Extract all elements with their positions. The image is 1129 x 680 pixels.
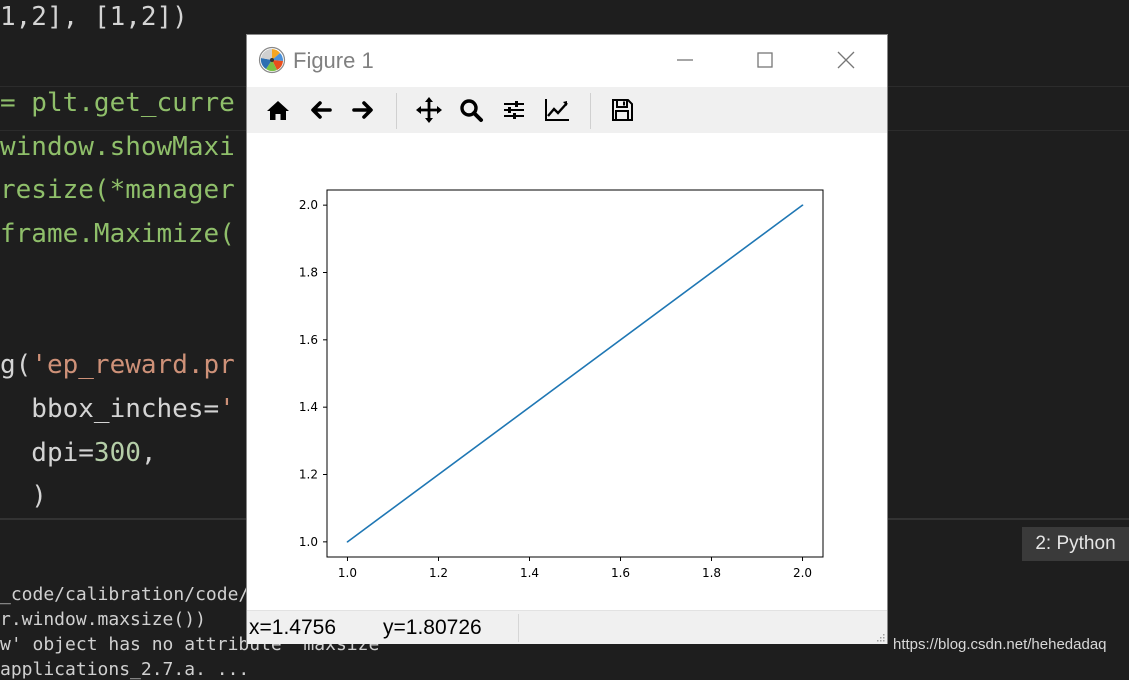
status-bar: x=1.4756 y=1.80726 (247, 610, 887, 644)
edit-axis-button[interactable] (542, 95, 572, 125)
resize-grip-icon[interactable] (875, 632, 885, 642)
cursor-y-readout: y=1.80726 (383, 616, 482, 639)
code-token: 300 (93, 438, 141, 468)
y-tick-label: 1.2 (299, 468, 318, 482)
code-line: dpi=300, (0, 438, 157, 468)
close-button[interactable] (831, 45, 861, 75)
zoom-button[interactable] (456, 95, 486, 125)
matplotlib-logo-icon (258, 46, 286, 74)
x-tick-label: 1.4 (520, 566, 539, 580)
x-tick-label: 1.0 (338, 566, 357, 580)
terminal-line: _code/calibration/code/ (0, 584, 250, 605)
forward-arrow-icon (352, 101, 373, 119)
code-token: frame.Maximize( (0, 219, 235, 249)
x-tick-label: 1.8 (702, 566, 721, 580)
y-tick-label: 1.8 (299, 265, 318, 279)
code-token: window.showMaxi (0, 132, 235, 162)
configure-subplots-icon (504, 101, 524, 119)
watermark: https://blog.csdn.net/hehedadaq (893, 636, 1107, 653)
minimize-button[interactable] (670, 45, 700, 75)
navigation-toolbar (247, 87, 887, 134)
data-point (346, 541, 349, 543)
code-line: frame.Maximize( (0, 219, 235, 249)
cursor-x-readout: x=1.4756 (249, 616, 336, 639)
data-point (801, 204, 804, 206)
save-button[interactable] (607, 95, 637, 125)
y-tick-label: 2.0 (299, 198, 318, 212)
minimize-icon (677, 59, 693, 61)
code-token: , (140, 438, 157, 468)
code-token: resize(*manager (0, 175, 235, 205)
code-token: ' (219, 394, 235, 424)
maximize-icon (757, 52, 773, 68)
zoom-icon (460, 99, 483, 122)
code-line: bbox_inches=' (0, 394, 235, 424)
pan-button[interactable] (414, 95, 444, 125)
configure-subplots-button[interactable] (499, 95, 529, 125)
code-line: g('ep_reward.pr (0, 350, 235, 380)
code-line: window.showMaxi (0, 132, 235, 162)
line-chart: 1.0 1.2 1.4 1.6 1.8 2.0 1.0 1.2 1.4 1.6 1.8 2.0 (299, 189, 824, 580)
maximize-button[interactable] (750, 45, 780, 75)
x-tick-label: 1.2 (429, 566, 448, 580)
code-line: 1,2], [1,2]) (0, 2, 188, 32)
code-token: = plt.get_curre (0, 88, 235, 118)
y-tick-label: 1.4 (299, 400, 318, 414)
x-tick-label: 2.0 (793, 566, 812, 580)
y-tick-label: 1.0 (299, 535, 318, 549)
terminal-line: applications_2.7.a. ... (0, 659, 250, 680)
y-tick-label: 1.6 (299, 333, 318, 347)
back-arrow-icon (311, 101, 332, 119)
figure-window[interactable]: Figure 1 1.0 1.2 1.4 1.6 1.8 2.0 1.0 1.2… (247, 35, 887, 644)
code-line: = plt.get_curre (0, 88, 235, 118)
code-token: bbox_inches= (0, 394, 220, 424)
close-icon (837, 51, 855, 69)
window-title: Figure 1 (293, 48, 374, 73)
code-token: 1,2], [1,2]) (0, 2, 188, 32)
code-token: ) (0, 481, 47, 511)
pan-icon (416, 97, 442, 123)
code-token: g( (0, 350, 32, 380)
toolbar-separator (396, 93, 397, 129)
status-separator (518, 614, 519, 642)
code-token: 'ep_reward.pr (31, 350, 235, 380)
code-token: dpi= (0, 438, 94, 468)
toolbar-separator (590, 93, 591, 129)
back-button[interactable] (306, 95, 336, 125)
code-line: ) (0, 481, 47, 511)
home-icon (267, 101, 289, 120)
save-icon (612, 99, 633, 121)
code-line: resize(*manager (0, 175, 235, 205)
figure-canvas[interactable]: 1.0 1.2 1.4 1.6 1.8 2.0 1.0 1.2 1.4 1.6 1.8 2.0 (247, 133, 887, 608)
terminal-tab[interactable]: 2: Python (1022, 527, 1129, 561)
edit-axis-icon (545, 99, 569, 121)
home-button[interactable] (263, 95, 293, 125)
x-tick-label: 1.6 (611, 566, 630, 580)
terminal-line: r.window.maxsize()) (0, 609, 206, 630)
forward-button[interactable] (348, 95, 378, 125)
window-titlebar[interactable]: Figure 1 (247, 35, 887, 87)
